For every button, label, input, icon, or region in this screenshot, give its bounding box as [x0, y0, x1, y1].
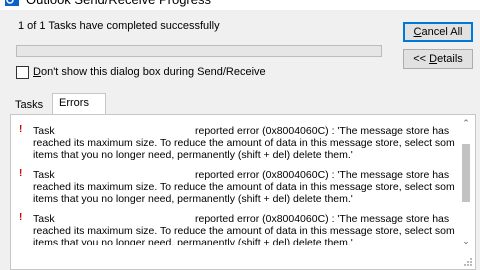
error-task-label: Task — [33, 169, 55, 181]
error-line-2: reached its maximum size. To reduce the … — [33, 181, 455, 193]
window-title: Outlook Send/Receive Progress — [26, 0, 211, 8]
error-line-2: reached its maximum size. To reduce the … — [33, 225, 455, 237]
error-icon: ! — [19, 169, 23, 179]
dont-show-checkbox[interactable] — [16, 65, 29, 79]
vertical-scrollbar[interactable]: ⌃ ⌄ — [459, 116, 473, 248]
error-item[interactable]: ! Task reported error (0x8004060C) : 'Th… — [19, 125, 455, 169]
scroll-up-arrow-icon[interactable]: ⌃ — [459, 118, 473, 129]
outlook-icon — [5, 0, 19, 6]
error-line-1: Task reported error (0x8004060C) : 'The … — [33, 125, 455, 137]
error-message-start: reported error (0x8004060C) : 'The messa… — [195, 213, 450, 225]
error-icon: ! — [19, 213, 23, 223]
send-receive-progress-dialog: Outlook Send/Receive Progress 1 of 1 Tas… — [0, 0, 480, 270]
cancel-all-label: ancel All — [421, 26, 463, 38]
error-line-3: items that you no longer need, permanent… — [33, 237, 353, 245]
errors-panel: ! Task reported error (0x8004060C) : 'Th… — [10, 114, 476, 270]
error-line-1: Task reported error (0x8004060C) : 'The … — [33, 213, 455, 225]
status-text: 1 of 1 Tasks have completed successfully — [18, 20, 220, 32]
error-item[interactable]: ! Task reported error (0x8004060C) : 'Th… — [19, 169, 455, 213]
scroll-thumb[interactable] — [462, 144, 470, 202]
dont-show-checkbox-row[interactable]: Don't show this dialog box during Send/R… — [16, 65, 266, 79]
checkbox-label-text: on't show this dialog box during Send/Re… — [40, 66, 266, 78]
error-icon: ! — [19, 125, 23, 135]
error-line-3: items that you no longer need, permanent… — [33, 149, 353, 161]
cancel-all-button[interactable]: Cancel All — [403, 22, 473, 42]
progress-bar — [16, 45, 382, 57]
error-message-start: reported error (0x8004060C) : 'The messa… — [195, 169, 450, 181]
details-label-prefix: << — [413, 53, 430, 65]
details-accelerator: D — [429, 53, 438, 65]
error-line-2: reached its maximum size. To reduce the … — [33, 137, 455, 149]
error-task-label: Task — [33, 213, 55, 225]
tab-errors[interactable]: Errors — [52, 93, 106, 114]
dont-show-checkbox-label[interactable]: Don't show this dialog box during Send/R… — [33, 66, 266, 78]
title-bar: Outlook Send/Receive Progress — [0, 0, 480, 10]
error-line-1: Task reported error (0x8004060C) : 'The … — [33, 169, 455, 181]
error-list: ! Task reported error (0x8004060C) : 'Th… — [19, 125, 455, 257]
error-message-start: reported error (0x8004060C) : 'The messa… — [195, 125, 450, 137]
error-line-3: items that you no longer need, permanent… — [33, 193, 353, 205]
details-label: etails — [437, 53, 463, 65]
details-button[interactable]: << Details — [403, 49, 473, 69]
error-task-label: Task — [33, 125, 55, 137]
checkbox-accelerator: D — [33, 66, 41, 78]
tab-tasks[interactable]: Tasks — [10, 96, 48, 114]
resize-grip-icon[interactable] — [463, 257, 473, 267]
error-item[interactable]: ! Task reported error (0x8004060C) : 'Th… — [19, 213, 455, 257]
scroll-down-arrow-icon[interactable]: ⌄ — [459, 236, 473, 247]
